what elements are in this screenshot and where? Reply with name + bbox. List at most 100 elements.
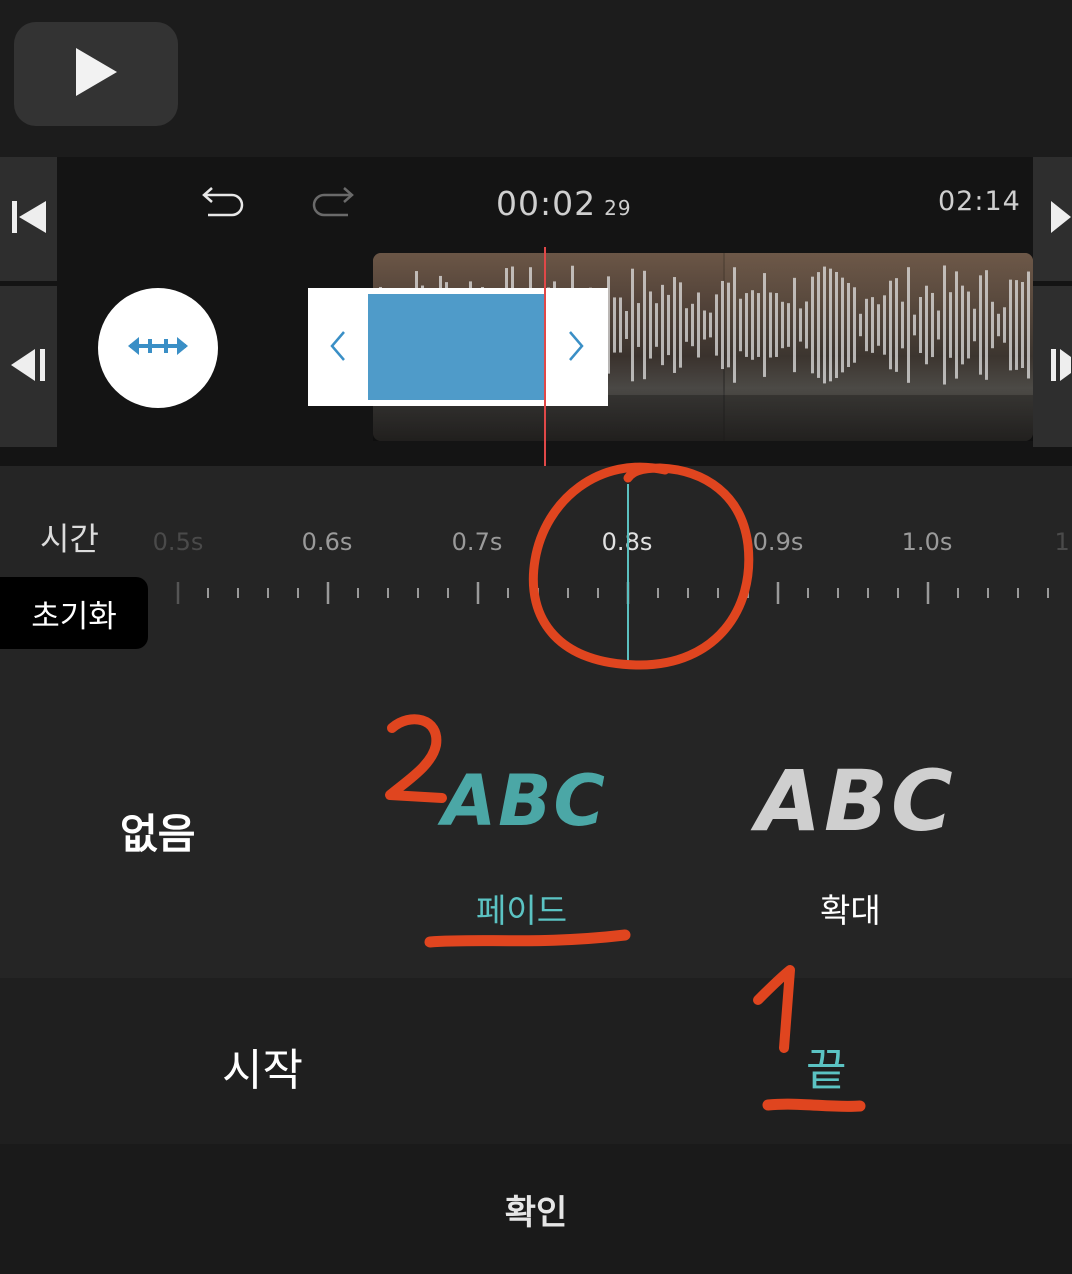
tick-label: 0.5s: [152, 528, 204, 556]
waveform-bar: [1009, 279, 1012, 371]
waveform-bar: [721, 280, 724, 370]
skip-back-icon: [9, 199, 49, 239]
waveform-bar: [985, 270, 988, 380]
horizontal-resize-icon: [126, 334, 190, 362]
play-button[interactable]: [14, 22, 178, 126]
undo-icon: [198, 187, 250, 232]
waveform-bar: [889, 280, 892, 370]
waveform-bar: [709, 312, 712, 338]
tick-label: 1.0s: [901, 528, 953, 556]
undo-button[interactable]: [198, 180, 250, 228]
redo-icon: [306, 187, 358, 232]
waveform-bar: [649, 291, 652, 359]
waveform-bar: [757, 293, 760, 357]
previous-frame-button[interactable]: [0, 286, 57, 447]
waveform-bar: [787, 303, 790, 347]
waveform-bar: [883, 295, 886, 355]
transition-resize-button[interactable]: [98, 288, 218, 408]
waveform-bar: [1027, 271, 1030, 379]
waveform-bar: [847, 282, 850, 368]
confirm-button[interactable]: 확인: [0, 1144, 1072, 1274]
tick-label: 0.7s: [451, 528, 503, 556]
zoom-effect-label[interactable]: 확대: [820, 884, 881, 932]
waveform-bar: [643, 270, 646, 380]
waveform-bar: [679, 282, 682, 368]
fade-effect-label[interactable]: 페이드: [476, 884, 567, 932]
tick-label: 0.9s: [752, 528, 804, 556]
duration-label: 시간: [40, 520, 99, 558]
trim-left-handle[interactable]: [318, 320, 358, 376]
waveform-bar: [895, 278, 898, 372]
waveform-bar: [925, 285, 928, 365]
waveform-bar: [997, 313, 1000, 337]
waveform-bar: [703, 310, 706, 340]
waveform-bar: [769, 292, 772, 358]
waveform-bar: [937, 310, 940, 340]
waveform-bar: [943, 265, 946, 385]
waveform-bar: [1003, 307, 1006, 343]
waveform-bar: [715, 294, 718, 356]
waveform-bar: [865, 298, 868, 352]
chevron-left-icon: [328, 329, 348, 367]
waveform-bar: [727, 282, 730, 368]
waveform-bar: [697, 292, 700, 358]
waveform-bar: [637, 303, 640, 347]
next-frame-button[interactable]: [1033, 286, 1072, 447]
waveform-bar: [1015, 280, 1018, 370]
waveform-bar: [949, 292, 952, 358]
waveform-bar: [955, 271, 958, 379]
waveform-bar: [1021, 281, 1024, 369]
duration-slider[interactable]: [150, 580, 1072, 606]
duration-slider-cursor[interactable]: [627, 484, 629, 662]
waveform-bar: [619, 297, 622, 353]
waveform-bar: [775, 293, 778, 357]
skip-to-end-button[interactable]: [1033, 157, 1072, 281]
waveform-bar: [931, 292, 934, 358]
waveform-bar: [967, 291, 970, 359]
waveform-bar: [901, 301, 904, 349]
redo-button[interactable]: [306, 180, 358, 228]
waveform-bar: [751, 290, 754, 360]
playhead[interactable]: [544, 247, 546, 466]
waveform-bar: [793, 277, 796, 373]
waveform-bar: [745, 293, 748, 357]
reset-button[interactable]: 초기화: [0, 577, 148, 649]
waveform-bar: [877, 304, 880, 346]
start-end-tab-bar: [0, 978, 1072, 1144]
tab-start[interactable]: 시작: [222, 1034, 303, 1098]
waveform-bar: [835, 271, 838, 379]
zoom-effect-preview[interactable]: ABC: [756, 752, 956, 850]
waveform-bar: [673, 277, 676, 373]
waveform-bar: [817, 272, 820, 378]
waveform-bar: [841, 277, 844, 373]
timecode-main: 00:02: [496, 184, 597, 223]
tick-label: 0.6s: [301, 528, 353, 556]
waveform-bar: [853, 287, 856, 363]
waveform-bar: [661, 284, 664, 366]
waveform-bar: [781, 301, 784, 349]
skip-to-start-button[interactable]: [0, 157, 57, 281]
trim-right-handle[interactable]: [556, 320, 596, 376]
waveform-bar: [763, 273, 766, 377]
step-back-icon: [9, 347, 49, 387]
step-forward-icon: [1049, 347, 1071, 387]
waveform-bar: [961, 285, 964, 365]
tab-end[interactable]: 끝: [806, 1034, 846, 1098]
waveform-bar: [799, 308, 802, 342]
waveform-bar: [613, 297, 616, 353]
waveform-bar: [829, 268, 832, 382]
waveform-bar: [859, 313, 862, 337]
waveform-bar: [871, 297, 874, 353]
waveform-bar: [973, 308, 976, 342]
chevron-right-icon: [566, 329, 586, 367]
waveform-bar: [811, 276, 814, 374]
transition-range: [368, 294, 546, 400]
current-timecode: 00:02 29: [496, 184, 632, 223]
waveform-bar: [913, 314, 916, 336]
waveform-bar: [919, 297, 922, 353]
waveform-bar: [685, 308, 688, 342]
timecode-frames: 29: [604, 196, 632, 220]
fade-effect-preview[interactable]: ABC: [442, 760, 607, 842]
effect-none-option[interactable]: 없음: [120, 800, 195, 860]
waveform-bar: [733, 267, 736, 383]
